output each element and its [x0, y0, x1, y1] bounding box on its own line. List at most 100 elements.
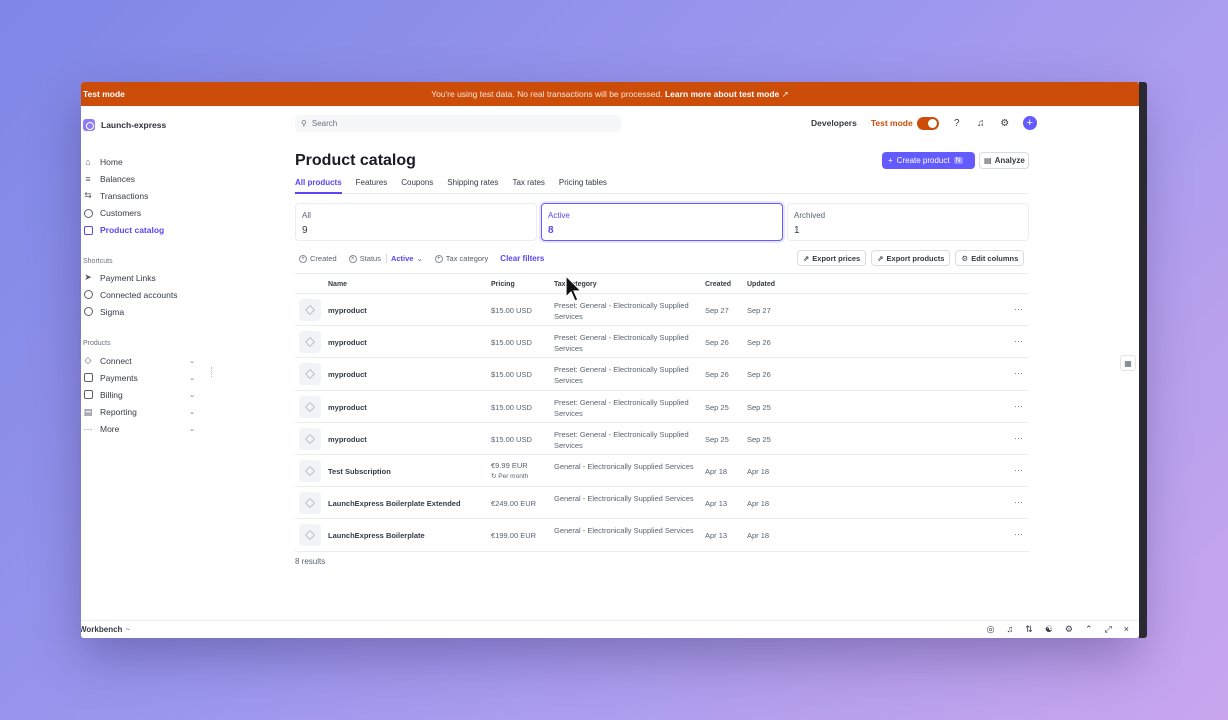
bell-icon[interactable]: ♫ [1007, 624, 1014, 635]
product-created: Apr 18 [705, 466, 728, 476]
sidebar-item-more[interactable]: ··· More ⌄ [83, 421, 196, 438]
help-icon[interactable]: ? [951, 117, 963, 129]
search-input[interactable]: ⚲ Search [295, 115, 621, 132]
workbench-toggle[interactable]: Workbench ~ [81, 625, 130, 634]
product-name[interactable]: LaunchExpress Boilerplate [328, 531, 425, 540]
create-product-button[interactable]: + Create product N [882, 152, 975, 169]
sidebar-item-product-catalog[interactable]: Product catalog [83, 222, 195, 239]
sidebar-item-home[interactable]: ⌂ Home [83, 153, 195, 170]
export-products-label: Export products [886, 253, 945, 263]
row-overflow-menu-icon[interactable]: ··· [1014, 336, 1023, 346]
row-overflow-menu-icon[interactable]: ··· [1014, 304, 1023, 314]
sidebar-item-payment-links[interactable]: ➤ Payment Links [83, 269, 195, 286]
export-products-button[interactable]: ⇗ Export products [871, 250, 951, 266]
summary-card-all[interactable]: All 9 [295, 203, 537, 241]
product-name[interactable]: myproduct [328, 403, 367, 412]
sidebar-item-customers[interactable]: Customers [83, 205, 195, 222]
product-updated: Sep 26 [747, 370, 771, 380]
sidebar-item-balances[interactable]: ≡ Balances [83, 170, 195, 187]
learn-more-link[interactable]: Learn more about test mode [665, 89, 779, 99]
table-row[interactable]: myproduct $15.00 USD Preset: General - Ele… [295, 358, 1029, 391]
export-prices-button[interactable]: ⇗ Export prices [797, 250, 867, 266]
sidebar-products: ◇ Connect ⌄ Payments ⌄ Billing ⌄ ▤ Reporting ⌄… [83, 352, 195, 438]
cube-icon [304, 369, 316, 380]
row-overflow-menu-icon[interactable]: ··· [1014, 401, 1023, 411]
row-overflow-menu-icon[interactable]: ··· [1014, 529, 1023, 539]
product-price: €199.00 EUR [491, 531, 537, 541]
filter-created[interactable]: + Created [299, 254, 337, 263]
tab-all-products[interactable]: All products [295, 178, 342, 194]
product-price: $15.00 USD [491, 306, 532, 315]
clear-filters-button[interactable]: Clear filters [500, 254, 544, 263]
sidebar-item-sigma[interactable]: Sigma [83, 303, 195, 320]
tab-coupons[interactable]: Coupons [401, 178, 433, 194]
summary-card-active[interactable]: Active 8 [541, 203, 783, 241]
sidebar-item-reporting[interactable]: ▤ Reporting ⌄ [83, 404, 195, 421]
product-image-placeholder [299, 427, 321, 450]
product-name[interactable]: myproduct [328, 370, 367, 379]
webhooks-icon[interactable]: ☯ [1045, 624, 1053, 635]
filter-bar: + Created × Status Active ⌄ + Tax category Cl… [299, 254, 544, 263]
sort-icon[interactable]: ⇅ [1025, 624, 1033, 635]
column-header-name[interactable]: Name [328, 281, 347, 288]
test-mode-toggle[interactable] [916, 116, 939, 130]
sidebar-item-connect[interactable]: ◇ Connect ⌄ [83, 352, 195, 369]
analyze-button[interactable]: ▤ Analyze [979, 152, 1029, 169]
sidebar-item-payments[interactable]: Payments ⌄ [83, 369, 195, 386]
product-name[interactable]: myproduct [328, 306, 367, 315]
close-icon[interactable]: × [1124, 624, 1129, 635]
cube-icon [304, 304, 316, 316]
tab-shipping-rates[interactable]: Shipping rates [447, 178, 498, 194]
inspect-icon[interactable]: ◎ [987, 624, 995, 635]
row-overflow-menu-icon[interactable]: ··· [1014, 368, 1023, 378]
page-title: Product catalog [295, 152, 416, 169]
price-interval: ↻ Per month [491, 472, 528, 480]
expand-icon[interactable]: ⤢ [1105, 624, 1112, 635]
sidebar-resize-handle[interactable] [211, 367, 213, 377]
column-header-updated[interactable]: Updated [747, 281, 775, 288]
summary-card-archived[interactable]: Archived 1 [787, 203, 1029, 241]
side-panel-toggle-icon[interactable]: ▦ [1120, 355, 1136, 371]
filter-label: Created [310, 254, 337, 263]
tab-pricing-tables[interactable]: Pricing tables [559, 178, 607, 194]
product-name[interactable]: myproduct [328, 435, 367, 444]
balances-icon: ≡ [85, 173, 91, 184]
column-header-pricing[interactable]: Pricing [491, 281, 515, 288]
tab-features[interactable]: Features [356, 178, 388, 194]
table-row[interactable]: LaunchExpress Boilerplate €199.00 EUR Gene… [295, 519, 1029, 552]
table-row[interactable]: myproduct $15.00 USD Preset: General - Ele… [295, 326, 1029, 359]
product-name[interactable]: myproduct [328, 338, 367, 347]
account-switcher[interactable]: Launch-express [83, 119, 166, 131]
column-header-created[interactable]: Created [705, 281, 731, 288]
table-row[interactable]: myproduct $15.00 USD Preset: General - Ele… [295, 391, 1029, 423]
product-pricing: €249.00 EUR [491, 499, 536, 508]
product-name[interactable]: LaunchExpress Boilerplate Extended [328, 499, 461, 508]
product-name[interactable]: Test Subscription [328, 467, 391, 476]
shortcuts-heading: Shortcuts [83, 258, 113, 265]
create-plus-icon[interactable]: + [1022, 116, 1037, 130]
table-row[interactable]: LaunchExpress Boilerplate Extended €249.0… [295, 487, 1029, 520]
product-price: $15.00 USD [491, 370, 532, 380]
developers-link[interactable]: Developers [811, 118, 857, 128]
table-row[interactable]: Test Subscription €9.99 EUR ↻ Per month Gen… [295, 455, 1029, 488]
sidebar-item-label: Connected accounts [100, 289, 178, 300]
row-overflow-menu-icon[interactable]: ··· [1014, 497, 1023, 507]
gear-icon[interactable]: ⚙ [1065, 624, 1073, 635]
row-overflow-menu-icon[interactable]: ··· [1014, 465, 1023, 475]
bell-icon[interactable]: ♫ [975, 117, 987, 129]
chevron-up-icon[interactable]: ⌃ [1085, 624, 1093, 635]
row-overflow-menu-icon[interactable]: ··· [1014, 433, 1023, 443]
cube-icon [304, 465, 316, 477]
filter-status[interactable]: × Status Active ⌄ [348, 254, 423, 263]
gear-icon[interactable]: ⚙ [999, 117, 1011, 129]
sidebar-item-connected-accounts[interactable]: Connected accounts [83, 286, 195, 303]
filter-tax-category[interactable]: + Tax category [434, 254, 488, 263]
product-pricing: $15.00 USD [491, 435, 532, 444]
table-row[interactable]: myproduct $15.00 USD Preset: General - Ele… [295, 294, 1029, 327]
table-row[interactable]: myproduct $15.00 USD Preset: General - Ele… [295, 423, 1029, 455]
sidebar-item-billing[interactable]: Billing ⌄ [83, 386, 195, 403]
sidebar-item-transactions[interactable]: ⇆ Transactions [83, 187, 195, 204]
edit-columns-button[interactable]: ⚙ Edit columns [955, 250, 1025, 266]
tab-tax-rates[interactable]: Tax rates [512, 178, 544, 194]
reporting-icon: ▤ [83, 406, 93, 417]
